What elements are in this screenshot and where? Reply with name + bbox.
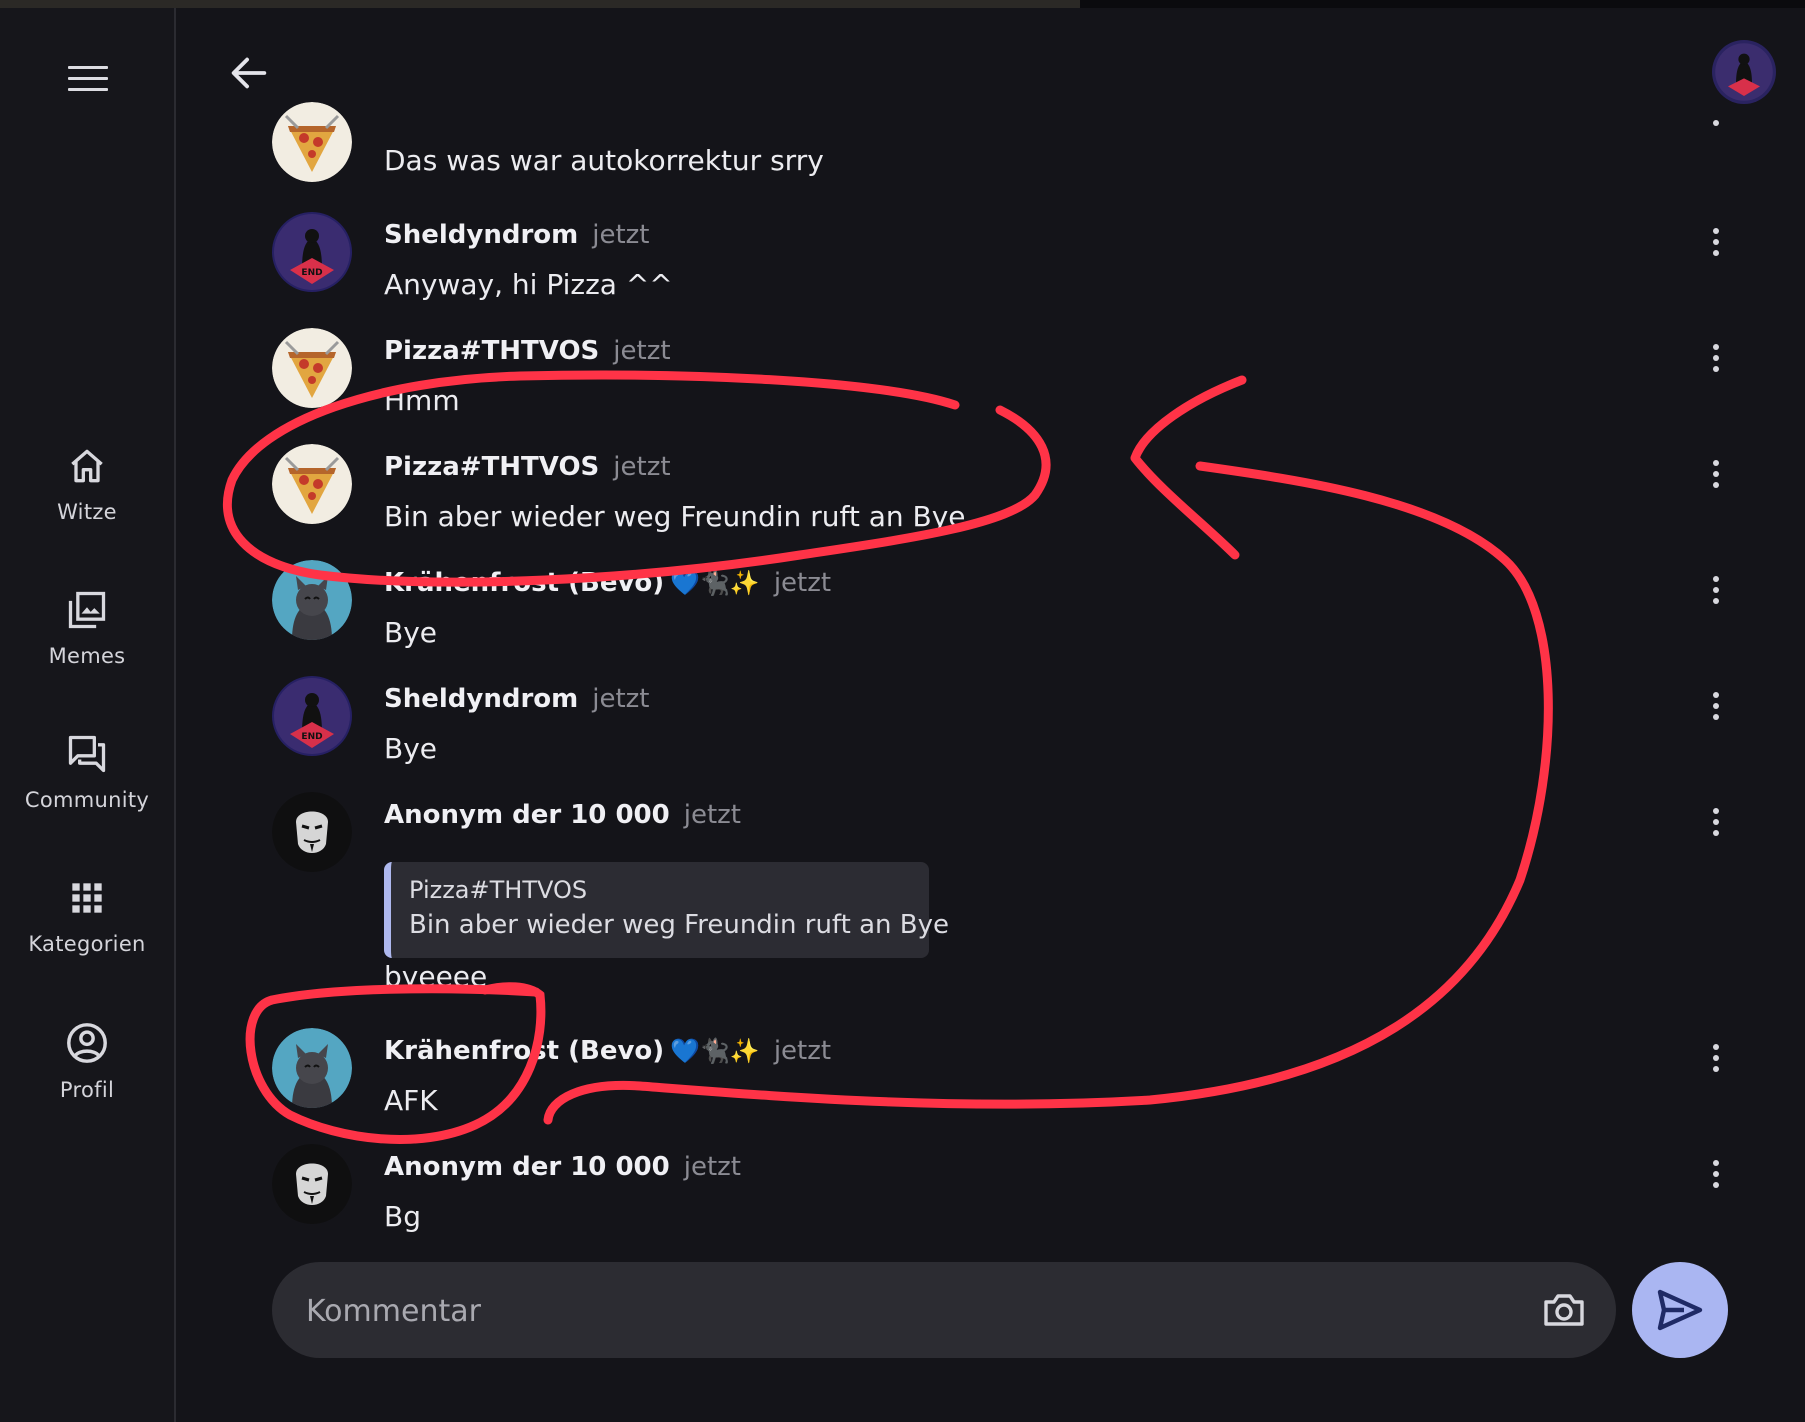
avatar-anonym[interactable] [272,1144,352,1224]
message-header: Krähenfrost (Bevo) 💙🐈‍⬛✨ jetzt [384,1036,831,1066]
comment-composer [272,1262,1616,1358]
more-options-icon[interactable] [1706,692,1726,726]
avatar-anonym[interactable] [272,792,352,872]
more-options-icon[interactable] [1706,344,1726,378]
message-text: Das was war autokorrektur srry [384,144,824,177]
avatar-pizza[interactable] [272,328,352,408]
message-header: Pizza#THTVOS jetzt [384,336,671,366]
sidebar-item-label: Memes [48,644,126,668]
message-text: Bin aber wieder weg Freundin ruft an Bye [384,500,966,533]
more-options-icon[interactable] [1706,1044,1726,1078]
message-timestamp: jetzt [613,336,671,366]
quoted-reply[interactable]: Pizza#THTVOS Bin aber wieder weg Freundi… [384,862,949,958]
account-circle-icon [67,1023,107,1063]
message-header: Sheldyndrom jetzt [384,220,650,250]
user-emoji-badges: 💙🐈‍⬛✨ [670,1037,760,1065]
quoted-author: Pizza#THTVOS [409,876,588,904]
message-text: Bg [384,1200,421,1233]
sidebar-item-profil[interactable]: Profil [0,1020,174,1102]
sidebar-item-witze[interactable]: Witze [0,444,174,524]
send-icon [1657,1289,1703,1331]
message-text: byeeee [384,960,488,993]
message-timestamp: jetzt [773,1036,832,1066]
sidebar-item-community[interactable]: Community [0,732,174,812]
message-author[interactable]: Sheldyndrom [384,684,578,714]
sidebar-item-kategorien[interactable]: Kategorien [0,876,174,956]
sidebar-item-label: Profil [59,1078,115,1102]
avatar-sheldyndrom[interactable]: END [272,212,352,292]
message-author[interactable]: Sheldyndrom [384,220,578,250]
comment-input[interactable] [304,1280,1488,1342]
message-author[interactable]: Pizza#THTVOS [384,336,599,366]
image-library-icon [68,591,106,629]
message-author[interactable]: Anonym der 10 000 [384,800,670,830]
avatar-pizza[interactable] [272,444,352,524]
message-header: Anonym der 10 000 jetzt [384,1152,741,1182]
avatar-kraehenfrost[interactable] [272,560,352,640]
message-timestamp: jetzt [683,1152,741,1182]
top-loading-strip [0,0,1805,8]
more-options-icon[interactable] [1706,460,1726,494]
send-button[interactable] [1632,1262,1728,1358]
grid-icon [72,883,102,913]
svg-text:END: END [301,732,322,742]
avatar-pizza[interactable] [272,102,352,182]
message-text: AFK [384,1084,438,1117]
message-header: Pizza#THTVOS jetzt [384,452,671,482]
user-emoji-badges: 💙🐈‍⬛✨ [670,569,760,597]
avatar-kraehenfrost[interactable] [272,1028,352,1108]
sidebar-item-label: Community [24,788,150,812]
arrow-back-icon[interactable] [226,50,272,96]
message-text: Hmm [384,384,460,417]
message-timestamp: jetzt [592,684,650,714]
message-author[interactable]: Krähenfrost (Bevo) [384,1036,664,1066]
loading-bar [0,0,1080,8]
user-avatar[interactable] [1712,40,1776,104]
hamburger-menu-icon[interactable] [68,66,108,96]
more-options-icon[interactable] [1706,1160,1726,1194]
more-options-icon[interactable] [1706,576,1726,610]
message-author[interactable]: Pizza#THTVOS [384,452,599,482]
message-header: Sheldyndrom jetzt [384,684,650,714]
message-text: Bye [384,732,438,765]
forum-icon [68,735,106,773]
svg-text:END: END [301,268,322,278]
message-timestamp: jetzt [773,568,832,598]
message-text: Anyway, hi Pizza ^^ [384,268,673,301]
sidebar-item-memes[interactable]: Memes [0,588,174,668]
quoted-text: Bin aber wieder weg Freundin ruft an Bye [409,910,949,940]
message-author[interactable]: Anonym der 10 000 [384,1152,670,1182]
camera-icon[interactable] [1540,1286,1588,1334]
message-text: Bye [384,616,438,649]
sidebar-item-label: Witze [57,500,117,524]
message-timestamp: jetzt [592,220,650,250]
message-header: Anonym der 10 000 jetzt [384,800,741,830]
sidebar: Witze Memes Community Kategorien Profil [0,8,176,1422]
more-options-icon[interactable] [1706,120,1726,128]
message-timestamp: jetzt [683,800,741,830]
more-options-icon[interactable] [1706,228,1726,262]
message-header: Krähenfrost (Bevo) 💙🐈‍⬛✨ jetzt [384,568,831,598]
avatar-sheldyndrom[interactable]: END [272,676,352,756]
message-author[interactable]: Krähenfrost (Bevo) [384,568,664,598]
home-icon [71,449,103,483]
red-annotation-overlay [223,370,1553,1144]
message-timestamp: jetzt [613,452,671,482]
sidebar-item-label: Kategorien [28,932,146,956]
more-options-icon[interactable] [1706,808,1726,842]
